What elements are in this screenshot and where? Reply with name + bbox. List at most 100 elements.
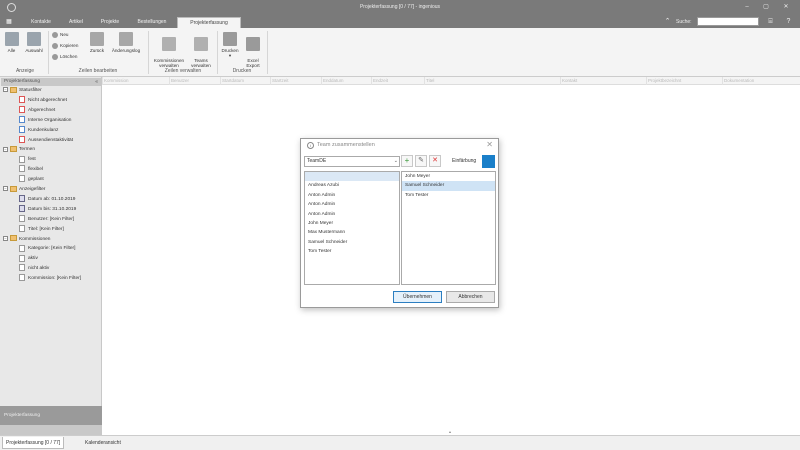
color-swatch-button[interactable] — [482, 155, 495, 168]
tree-item-label: Termen — [19, 147, 35, 153]
tree-filter-item[interactable]: aktiv — [19, 254, 38, 263]
member-list-item[interactable]: Tom Tester — [305, 247, 399, 256]
member-list-item[interactable]: Anton Admin — [305, 200, 399, 209]
team-members-list[interactable]: John Meyer Samuel Schneider Tom Tester — [401, 171, 496, 285]
apply-button[interactable]: Übernehmen — [393, 291, 442, 303]
team-select[interactable]: TeamDE ⌄ — [304, 156, 400, 167]
team-member-item[interactable]: Samuel Schneider — [402, 181, 495, 191]
collapse-icon[interactable]: − — [3, 146, 8, 152]
tree-filter-item[interactable]: Kategorie: [Kein Filter] — [19, 244, 75, 253]
print-dropdown-icon[interactable]: ▾ — [219, 53, 241, 58]
collapse-ribbon-icon[interactable]: ⌃ — [662, 17, 673, 26]
tree-item-label: Benutzer: [Kein Filter] — [28, 216, 75, 222]
pin-icon[interactable]: « — [95, 78, 98, 86]
tab-projekterfassung[interactable]: Projekterfassung — [177, 17, 241, 28]
column-header[interactable]: Kommission — [102, 77, 169, 85]
tab-kalenderansicht[interactable]: Kalenderansicht — [82, 437, 124, 449]
member-list-item[interactable]: Anton Admin — [305, 210, 399, 219]
show-selection-button[interactable]: Auswahl — [23, 32, 45, 53]
column-header[interactable]: Dokumentation — [722, 77, 800, 85]
tree-filter-item[interactable]: fest — [19, 155, 36, 164]
member-list-item[interactable]: John Meyer — [305, 219, 399, 228]
tree-group[interactable]: − Termen — [3, 145, 35, 154]
member-list-item[interactable]: Andreas Azubi — [305, 181, 399, 190]
new-button[interactable]: Neu — [52, 30, 68, 39]
excel-export-button[interactable]: Excel Export — [242, 32, 264, 68]
column-header[interactable]: Startzeit — [270, 77, 321, 85]
column-header[interactable]: Enddatum — [321, 77, 371, 85]
collapse-icon[interactable]: − — [3, 186, 8, 192]
grid-menu-icon[interactable]: ▦ — [2, 17, 16, 27]
group-label-zeilen-verwalten: Zeilen verwalten — [164, 68, 202, 74]
collapse-icon[interactable]: − — [3, 87, 8, 93]
tab-bestellungen[interactable]: Bestellungen — [128, 17, 176, 28]
splitter-grip-icon[interactable]: ▴ — [449, 429, 454, 434]
tab-projekte[interactable]: Projekte — [93, 17, 127, 28]
back-button[interactable]: Zurück — [86, 32, 108, 53]
tree-filter-item[interactable]: Kommission: [Kein Filter] — [19, 274, 81, 283]
collapse-icon[interactable]: − — [3, 235, 8, 241]
ribbon-separator — [217, 31, 218, 74]
search-label: Suche: — [676, 19, 692, 25]
window-title: Projekterfassung [0 / 77] - ingenious — [359, 4, 441, 10]
edit-team-button[interactable]: ✎ — [415, 155, 427, 167]
copy-label: Kopieren — [60, 43, 79, 48]
calendar-icon — [19, 205, 25, 213]
dialog-close-button[interactable]: ✕ — [486, 140, 493, 149]
tree-group[interactable]: − Anzeigefilter — [3, 185, 45, 194]
tab-projekterfassung-list[interactable]: Projekterfassung [0 / 77] — [2, 437, 65, 449]
tree-filter-item[interactable]: nicht aktiv — [19, 264, 49, 273]
column-header[interactable]: Kontakt — [560, 77, 646, 85]
tab-artikel[interactable]: Artikel — [60, 17, 92, 28]
column-header[interactable]: Titel — [424, 77, 560, 85]
column-header[interactable]: Benutzer — [169, 77, 220, 85]
tree-group[interactable]: − Kommissionen — [3, 235, 50, 244]
tree-filter-item[interactable]: Aussendienstaktivität — [19, 135, 73, 145]
tree-filter-item[interactable]: flexibel — [19, 165, 43, 174]
gift-icon[interactable]: ⌸ — [765, 17, 776, 26]
manage-teams-button[interactable]: Teams verwalten — [188, 32, 214, 68]
show-all-button[interactable]: Alle — [3, 32, 20, 53]
document-icon — [19, 254, 25, 262]
tree-filter-item[interactable]: geplant — [19, 175, 44, 184]
tree-filter-item[interactable]: Datum bis: 31.10.2019 — [19, 205, 76, 214]
tab-kontakte[interactable]: Kontakte — [22, 17, 60, 28]
copy-button[interactable]: Kopieren — [52, 41, 78, 50]
help-icon[interactable]: ? — [783, 17, 794, 26]
close-button[interactable]: ✕ — [780, 2, 792, 13]
tree-filter-item[interactable]: Interne Organisation — [19, 115, 71, 125]
team-member-item[interactable]: Tom Tester — [402, 191, 495, 200]
tree-filter-item[interactable]: Datum ab: 01.10.2019 — [19, 195, 75, 204]
cancel-button[interactable]: Abbrechen — [446, 291, 495, 303]
column-header[interactable]: Projektbezeichnt — [646, 77, 722, 85]
tree-group[interactable]: − Statusfilter — [3, 86, 42, 95]
manage-commissions-button[interactable]: Kommissionen verwalten — [152, 32, 186, 68]
delete-button[interactable]: Löschen — [52, 52, 77, 61]
table-selection-icon — [27, 32, 41, 46]
available-members-list[interactable]: Andreas Azubi Anton Admin Anton Admin Anton… — [304, 171, 400, 285]
print-button[interactable]: Drucken ▾ — [219, 32, 241, 58]
change-log-button[interactable]: Änderungslog — [108, 32, 144, 53]
change-log-icon — [119, 32, 133, 46]
search-input[interactable] — [697, 17, 759, 26]
tree-filter-item[interactable]: Kundenkulanz — [19, 125, 58, 135]
member-list-item[interactable]: Anton Admin — [305, 191, 399, 200]
tree-filter-item[interactable]: Titel: [Kein Filter] — [19, 224, 64, 234]
new-label: Neu — [60, 32, 69, 37]
maximize-button[interactable]: ▢ — [760, 2, 772, 13]
member-list-item[interactable]: Max Mustermann — [305, 228, 399, 237]
tree-filter-item[interactable]: Abgerechnet — [19, 106, 55, 115]
add-team-button[interactable]: + — [401, 155, 413, 167]
sidebar-bottom-panel[interactable]: Projekterfassung — [0, 406, 102, 425]
color-label: Einfärbung — [452, 158, 477, 164]
delete-team-button[interactable]: ✕ — [429, 155, 441, 167]
member-list-item[interactable] — [305, 172, 399, 182]
member-list-item[interactable]: Samuel Schneider — [305, 238, 399, 247]
tree-filter-item[interactable]: Benutzer: [Kein Filter] — [19, 214, 75, 224]
tree-filter-item[interactable]: Nicht abgerechnet — [19, 96, 67, 105]
minimize-button[interactable]: – — [741, 2, 753, 13]
menu-bar: ▦ Kontakte Artikel Projekte Bestellungen… — [0, 15, 800, 28]
column-header[interactable]: Endzeit — [371, 77, 424, 85]
team-member-item[interactable]: John Meyer — [402, 172, 495, 181]
column-header[interactable]: Startdatum — [220, 77, 270, 85]
